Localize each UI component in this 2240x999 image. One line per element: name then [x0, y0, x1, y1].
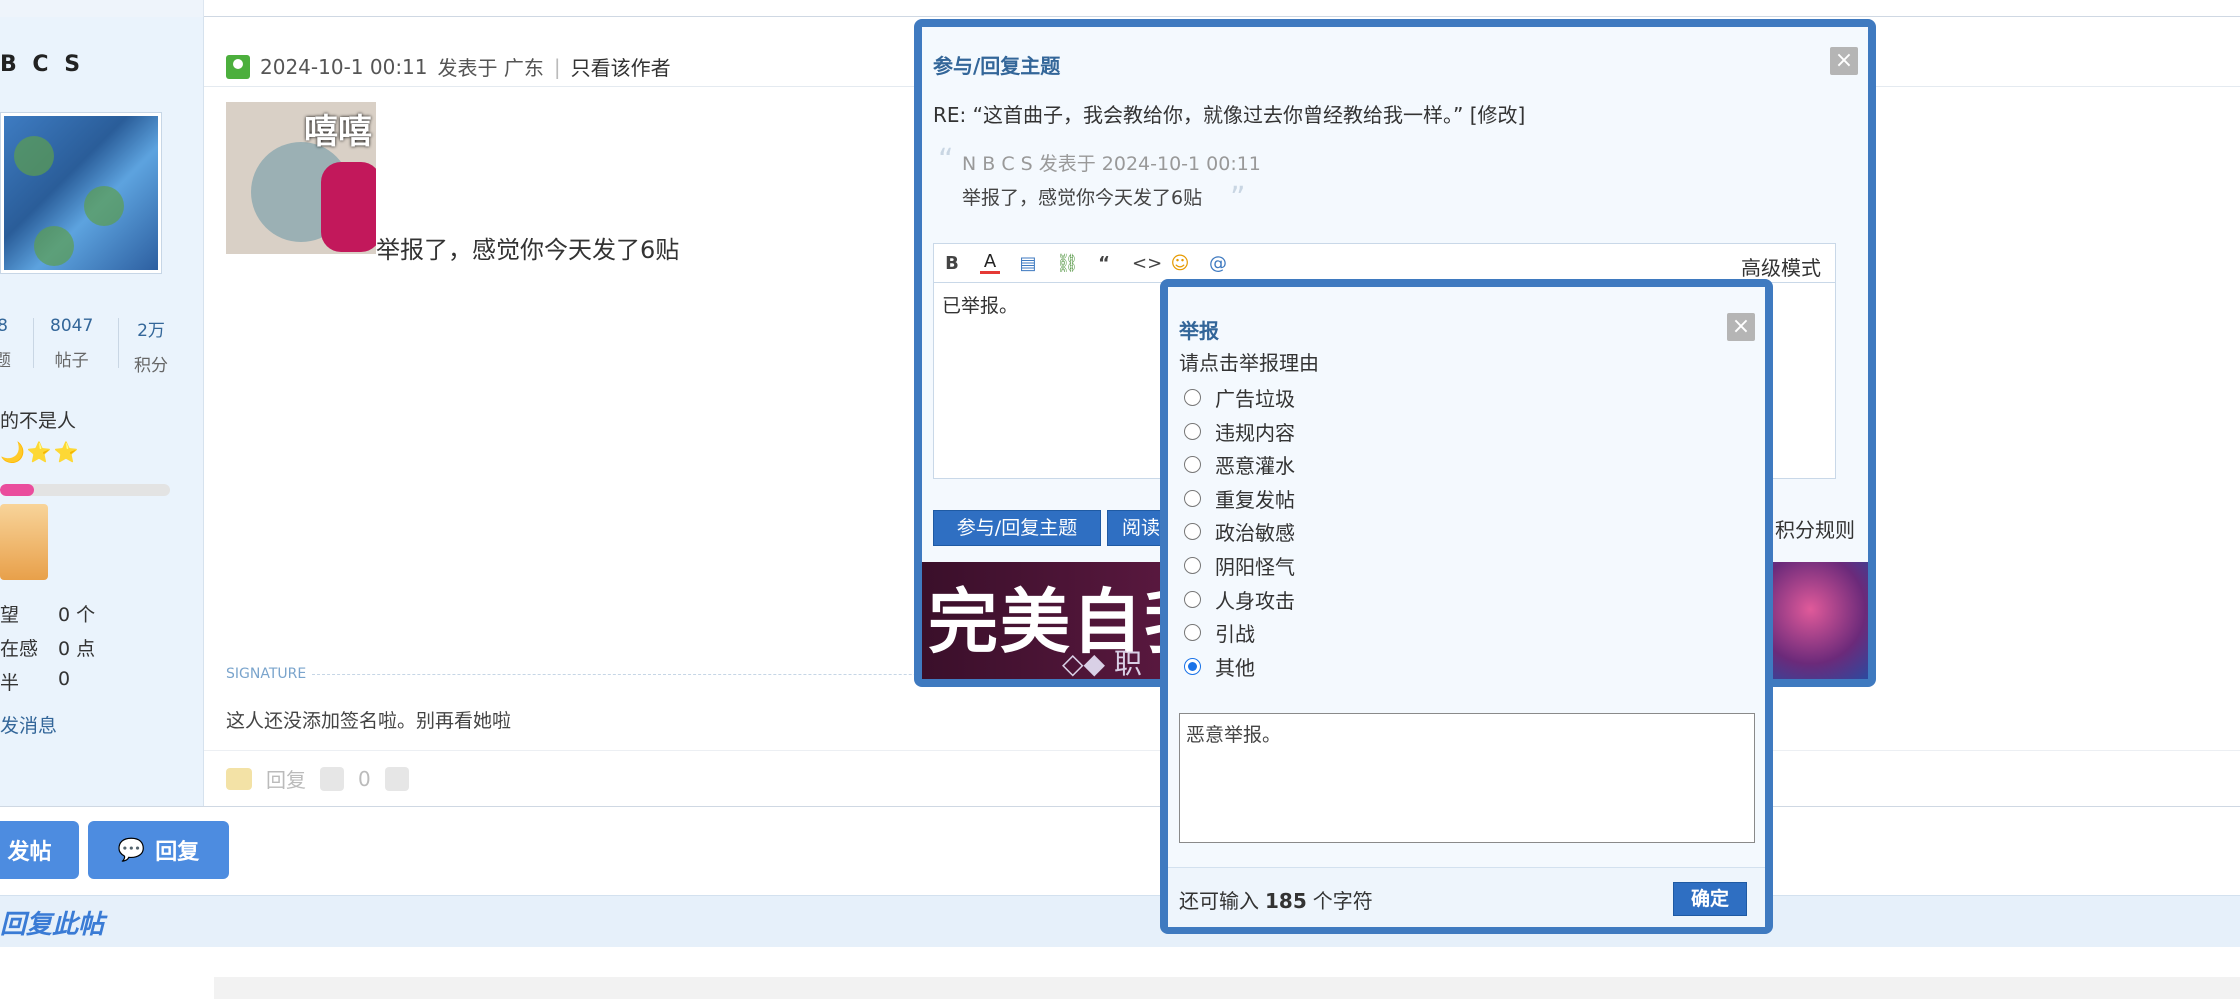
- radio-button-selected[interactable]: [1184, 658, 1201, 675]
- radio-button[interactable]: [1184, 490, 1201, 507]
- avatar[interactable]: [0, 112, 162, 274]
- post-location: 发表于 广东: [437, 56, 544, 80]
- mention-icon[interactable]: @: [1208, 253, 1228, 274]
- stat-threads[interactable]: 8题: [0, 316, 11, 371]
- points-rules-link[interactable]: 积分规则: [1775, 514, 1855, 543]
- char-remaining: 还可输入 185 个字符: [1179, 889, 1373, 913]
- thumbs-down-icon[interactable]: [384, 766, 409, 791]
- dialog-title: 参与/回复主题: [933, 54, 1061, 78]
- radio-button[interactable]: [1184, 591, 1201, 608]
- quote-meta: N B C S 发表于 2024-10-1 00:11: [962, 153, 1261, 175]
- edit-link[interactable]: [修改]: [1470, 103, 1526, 127]
- new-post-button[interactable]: 发帖: [0, 821, 79, 879]
- reason-textarea[interactable]: 恶意举报。: [1179, 713, 1755, 843]
- option-political[interactable]: 政治敏感: [1184, 517, 1295, 546]
- link-icon[interactable]: ⛓: [1056, 253, 1079, 274]
- code-icon[interactable]: <>: [1132, 253, 1162, 274]
- field-row: 半0: [0, 668, 71, 694]
- radio-button[interactable]: [1184, 456, 1201, 473]
- post-actions: 回复 0: [226, 764, 409, 793]
- option-flooding[interactable]: 恶意灌水: [1184, 450, 1295, 479]
- only-author-link[interactable]: 只看该作者: [571, 52, 671, 81]
- post-header: 2024-10-1 00:11 发表于 广东 | 只看该作者: [226, 52, 671, 81]
- re-line: RE: “这首曲子，我会教给你，就像过去你曾经教给我一样。” [修改]: [933, 103, 1526, 127]
- sticker-text: 嘻嘻: [304, 112, 372, 152]
- username[interactable]: B C S: [0, 52, 84, 77]
- radio-button[interactable]: [1184, 389, 1201, 406]
- font-color-icon[interactable]: A: [980, 252, 1000, 274]
- field-row: 在感 0 点: [0, 638, 96, 660]
- option-other[interactable]: 其他: [1184, 652, 1255, 681]
- radio-button[interactable]: [1184, 624, 1201, 641]
- medal-icon[interactable]: [0, 504, 48, 580]
- editor-strip: [214, 977, 2240, 999]
- option-ad-spam[interactable]: 广告垃圾: [1184, 383, 1295, 412]
- user-stats: 8题 8047 帖子 2万 积分: [0, 316, 180, 376]
- post-body: 举报了，感觉你今天发了6贴: [376, 236, 680, 264]
- reply-link[interactable]: 回复: [266, 764, 306, 793]
- radio-button[interactable]: [1184, 423, 1201, 440]
- reply-bar[interactable]: 回复此帖: [0, 895, 2240, 947]
- send-message-link[interactable]: 发消息: [0, 711, 57, 738]
- signature-divider: SIGNATURE: [226, 666, 1013, 682]
- top-strip: [0, 0, 2240, 17]
- emoji-icon[interactable]: ☺: [1170, 253, 1190, 274]
- star-rating-icon: 🌙⭐⭐: [0, 440, 81, 464]
- advanced-mode-link[interactable]: 高级模式: [1741, 252, 1821, 281]
- chat-icon: 💬: [117, 837, 146, 863]
- user-icon: [226, 54, 250, 79]
- post-datetime: 2024-10-1 00:11: [260, 54, 428, 79]
- bold-icon[interactable]: B: [942, 253, 962, 274]
- signature-text: 这人还没添加签名啦。别再看她啦: [226, 710, 512, 732]
- option-flamebait[interactable]: 引战: [1184, 618, 1255, 647]
- radio-button[interactable]: [1184, 557, 1201, 574]
- stat-points[interactable]: 2万 积分: [134, 316, 168, 376]
- sticker-image: 嘻嘻: [226, 102, 376, 254]
- option-sarcasm[interactable]: 阴阳怪气: [1184, 551, 1295, 580]
- banner-art: [1772, 562, 1868, 679]
- option-violation[interactable]: 违规内容: [1184, 417, 1295, 446]
- option-personal-attack[interactable]: 人身攻击: [1184, 585, 1295, 614]
- divider: [0, 806, 2240, 807]
- editor-toolbar: B A ▤ ⛓ “ <> ☺ @ 高级模式: [933, 243, 1836, 283]
- thumbs-up-icon[interactable]: [320, 766, 344, 791]
- report-dialog: 举报 × 请点击举报理由 广告垃圾 违规内容 恶意灌水 重复发帖 政治敏感 阴阳…: [1160, 279, 1773, 934]
- level-progress-bar: [0, 484, 170, 496]
- user-title: 的不是人: [0, 410, 77, 432]
- radio-button[interactable]: [1184, 523, 1201, 540]
- option-duplicate[interactable]: 重复发帖: [1184, 484, 1295, 513]
- submit-reply-button[interactable]: 参与/回复主题: [933, 510, 1101, 546]
- close-icon[interactable]: ×: [1830, 47, 1858, 75]
- stat-posts[interactable]: 8047 帖子: [50, 316, 93, 371]
- field-row: 望0 个: [0, 604, 96, 626]
- close-icon[interactable]: ×: [1727, 313, 1755, 341]
- report-prompt: 请点击举报理由: [1179, 351, 1319, 375]
- separator: |: [553, 54, 561, 79]
- quote-icon[interactable]: “: [1094, 253, 1114, 274]
- banner-subtitle: ◇◆ 职: [1062, 647, 1142, 679]
- quote-body: 举报了，感觉你今天发了6贴: [962, 187, 1203, 209]
- reply-button[interactable]: 💬 回复: [88, 821, 229, 879]
- confirm-button[interactable]: 确定: [1673, 882, 1747, 916]
- reply-icon[interactable]: [226, 767, 252, 790]
- image-icon[interactable]: ▤: [1018, 253, 1038, 274]
- read-button[interactable]: 阅读: [1107, 510, 1167, 546]
- like-count: 0: [358, 766, 371, 791]
- dialog-title: 举报: [1179, 319, 1219, 343]
